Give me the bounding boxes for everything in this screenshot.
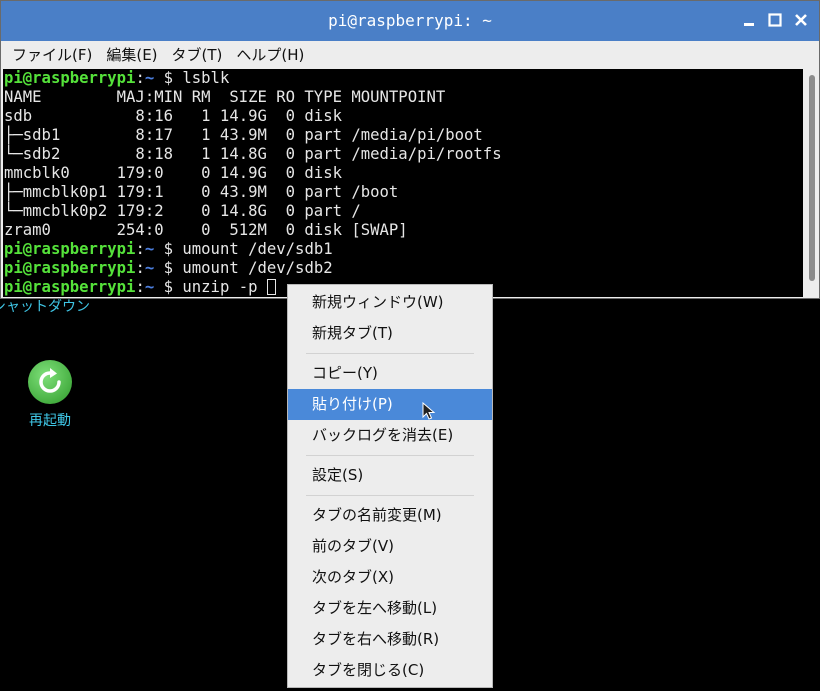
window-title: pi@raspberrypi: ~ (328, 11, 492, 30)
context-menu-item[interactable]: 貼り付け(P) (288, 389, 492, 420)
menu-help[interactable]: ヘルプ(H) (229, 44, 311, 65)
terminal-command-line: pi@raspberrypi:~ $ umount /dev/sdb2 (3, 259, 803, 278)
prompt-separator: : (135, 240, 145, 258)
context-menu-item[interactable]: 設定(S) (288, 460, 492, 491)
prompt-dollar: $ (154, 278, 183, 296)
prompt-path: ~ (144, 259, 155, 277)
output-text: └─sdb2 8:18 1 14.8G 0 part /media/pi/roo… (4, 145, 502, 163)
prompt-separator: : (135, 278, 145, 296)
output-text: ├─mmcblk0p1 179:1 0 43.9M 0 part /boot (4, 183, 399, 201)
prompt-path: ~ (144, 278, 155, 296)
desktop-shutdown-label[interactable]: シャットダウン (0, 296, 90, 316)
menu-tabs[interactable]: タブ(T) (165, 44, 230, 65)
menu-separator (306, 495, 474, 496)
menu-edit[interactable]: 編集(E) (99, 44, 164, 65)
command-text: umount /dev/sdb2 (182, 259, 333, 277)
context-menu-item[interactable]: 新規タブ(T) (288, 318, 492, 349)
output-text: NAME MAJ:MIN RM SIZE RO TYPE MOUNTPOINT (4, 88, 446, 106)
context-menu-item[interactable]: 前のタブ(V) (288, 531, 492, 562)
terminal-scrollbar[interactable] (806, 69, 818, 297)
terminal-output[interactable]: pi@raspberrypi:~ $ lsblk NAME MAJ:MIN RM … (3, 69, 803, 297)
prompt-separator: : (135, 69, 145, 87)
terminal-output-line: └─mmcblk0p2 179:2 0 14.8G 0 part / (3, 202, 803, 221)
terminal-output-line: NAME MAJ:MIN RM SIZE RO TYPE MOUNTPOINT (3, 88, 803, 107)
prompt-dollar: $ (154, 259, 183, 277)
text-cursor (266, 279, 276, 295)
context-menu-item[interactable]: タブを右へ移動(R) (288, 624, 492, 655)
terminal-command-line: pi@raspberrypi:~ $ lsblk (3, 69, 803, 88)
menu-file[interactable]: ファイル(F) (5, 44, 99, 65)
context-menu-item[interactable]: 次のタブ(X) (288, 562, 492, 593)
context-menu-item[interactable]: タブを左へ移動(L) (288, 593, 492, 624)
context-menu-item[interactable]: バックログを消去(E) (288, 420, 492, 451)
scrollbar-thumb[interactable] (809, 75, 815, 281)
terminal-output-line: sdb 8:16 1 14.9G 0 disk (3, 107, 803, 126)
prompt-path: ~ (144, 69, 155, 87)
prompt-user: pi@raspberrypi (4, 278, 136, 296)
terminal-output-line: ├─mmcblk0p1 179:1 0 43.9M 0 part /boot (3, 183, 803, 202)
terminal-output-line: └─sdb2 8:18 1 14.8G 0 part /media/pi/roo… (3, 145, 803, 164)
desktop-restart-shortcut[interactable]: 再起動 (22, 360, 78, 430)
prompt-user: pi@raspberrypi (4, 259, 136, 277)
output-text: sdb 8:16 1 14.9G 0 disk (4, 107, 352, 125)
prompt-separator: : (135, 259, 145, 277)
command-text: lsblk (182, 69, 230, 87)
context-menu: 新規ウィンドウ(W) 新規タブ(T) コピー(Y) 貼り付け(P) バックログを消去(E… (287, 284, 493, 688)
menu-bar: ファイル(F) 編集(E) タブ(T) ヘルプ(H) (1, 41, 819, 68)
terminal-output-line: ├─sdb1 8:17 1 43.9M 0 part /media/pi/boo… (3, 126, 803, 145)
context-menu-item[interactable]: タブを閉じる(C) (288, 655, 492, 686)
prompt-path: ~ (144, 240, 155, 258)
menu-separator (306, 455, 474, 456)
prompt-dollar: $ (154, 240, 183, 258)
terminal-output-line: zram0 254:0 0 512M 0 disk [SWAP] (3, 221, 803, 240)
output-text: zram0 254:0 0 512M 0 disk [SWAP] (4, 221, 408, 239)
minimize-icon[interactable] (739, 10, 759, 30)
output-text: └─mmcblk0p2 179:2 0 14.8G 0 part / (4, 202, 361, 220)
restart-icon (28, 360, 72, 404)
restart-label: 再起動 (29, 413, 71, 429)
terminal-output-line: mmcblk0 179:0 0 14.9G 0 disk (3, 164, 803, 183)
context-menu-item[interactable]: タブの名前変更(M) (288, 500, 492, 531)
context-menu-item[interactable]: コピー(Y) (288, 358, 492, 389)
prompt-user: pi@raspberrypi (4, 69, 136, 87)
output-text: ├─sdb1 8:17 1 43.9M 0 part /media/pi/boo… (4, 126, 483, 144)
prompt-user: pi@raspberrypi (4, 240, 136, 258)
mouse-pointer-icon (422, 402, 436, 420)
context-menu-item[interactable]: 新規ウィンドウ(W) (288, 287, 492, 318)
output-text: mmcblk0 179:0 0 14.9G 0 disk (4, 164, 352, 182)
terminal-command-line: pi@raspberrypi:~ $ umount /dev/sdb1 (3, 240, 803, 259)
title-bar[interactable]: pi@raspberrypi: ~ (1, 1, 819, 41)
close-icon[interactable] (791, 10, 811, 30)
command-text: umount /dev/sdb1 (182, 240, 333, 258)
command-text: unzip -p (182, 278, 267, 296)
menu-separator (306, 353, 474, 354)
maximize-icon[interactable] (765, 10, 785, 30)
prompt-dollar: $ (154, 69, 183, 87)
